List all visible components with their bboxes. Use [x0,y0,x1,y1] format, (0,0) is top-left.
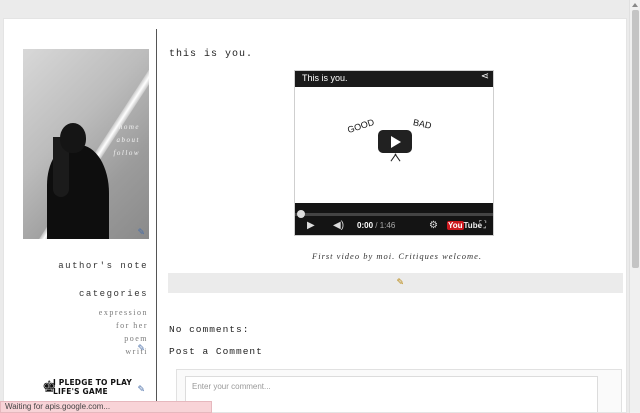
header-photo: home about follow [23,49,149,239]
video-word-good: GOOD [346,116,376,136]
post-comment-heading: Post a Comment [169,346,263,357]
edit-gadget-icon[interactable]: ✎ [135,227,147,239]
sidebar: home about follow ✎ author's note catego… [4,19,156,412]
nav-about-link[interactable]: about [113,134,140,147]
categories-heading: categories [78,289,148,299]
settings-gear-icon[interactable]: ⚙ [429,220,438,232]
time-display: 0:00 / 1:46 [357,220,395,232]
comments-count: No comments: [169,324,250,335]
post-title: this is you. [169,49,254,60]
video-progress-bar[interactable] [295,210,493,218]
pencil-icon[interactable]: ✎ [394,277,406,289]
video-word-bad: BAD [412,117,433,131]
fullscreen-icon[interactable]: ⛶ [479,220,486,232]
progress-knob[interactable] [297,210,305,218]
vertical-scrollbar[interactable] [629,0,640,413]
time-duration: / 1:46 [375,221,396,230]
nav-home-link[interactable]: home [113,121,140,134]
edit-gadget-icon[interactable]: ✎ [135,343,147,355]
authors-note-heading[interactable]: author's note [58,261,148,271]
scroll-up-arrow-icon[interactable] [632,3,638,7]
pledge-line-1: I PLEDGE TO PLAY [53,378,133,387]
youtube-embed[interactable]: This is you. ⋖ GOOD BAD ▶ ◀) 0:00 / 1:46… [294,70,494,236]
play-button[interactable] [378,130,412,153]
comment-form: Enter your comment... [176,369,622,412]
post-caption: First video by moi. Critiques welcome. [312,251,482,261]
youtube-logo[interactable]: YouTube [447,220,482,232]
browser-status-bar: Waiting for apis.google.com... [0,401,212,413]
play-icon[interactable]: ▶ [307,220,315,232]
category-for-her-link[interactable]: for her [99,319,148,332]
share-icon[interactable]: ⋖ [479,72,491,84]
volume-icon[interactable]: ◀) [333,220,344,232]
category-expression-link[interactable]: expression [99,306,148,319]
stand-figure [392,153,400,161]
pledge-badge[interactable]: ♚ I PLEDGE TO PLAY LIFE'S GAME [42,376,142,400]
video-title-bar: This is you. ⋖ [295,71,493,87]
youtube-logo-you: You [447,221,464,230]
blog-nav: home about follow [113,121,140,160]
pledge-line-2: LIFE'S GAME [53,387,108,396]
time-current: 0:00 [357,221,374,230]
video-title[interactable]: This is you. [302,73,348,83]
nav-follow-link[interactable]: follow [113,147,140,160]
figure-head [60,123,86,153]
edit-gadget-icon[interactable]: ✎ [135,384,147,396]
post-edit-bar: ✎ [168,273,623,293]
scroll-thumb[interactable] [632,10,639,268]
comment-input[interactable]: Enter your comment... [185,376,598,412]
blog-page: home about follow ✎ author's note catego… [3,18,627,413]
sidebar-divider [156,29,157,412]
video-controls: ▶ ◀) 0:00 / 1:46 ⚙ YouTube ⛶ [295,203,493,235]
